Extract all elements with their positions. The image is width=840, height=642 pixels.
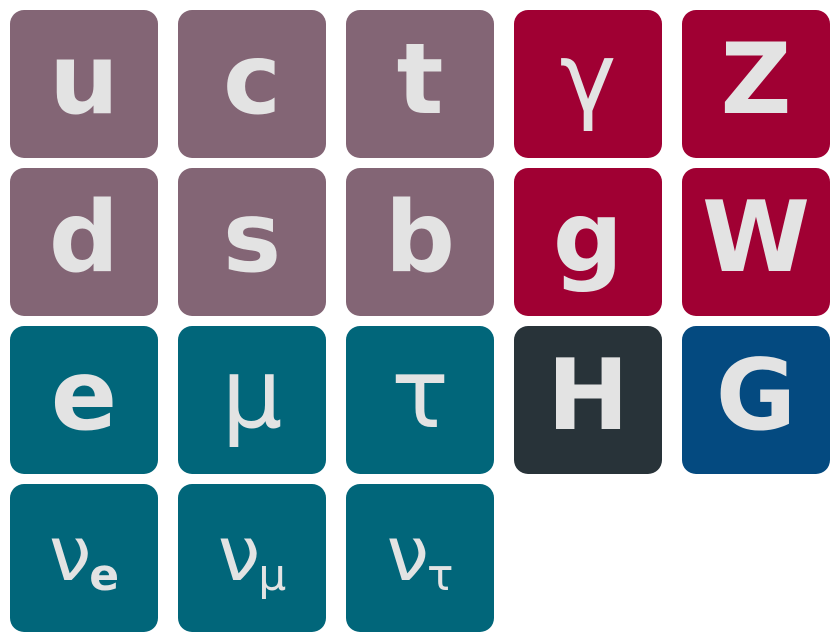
muon-symbol: μ	[221, 338, 283, 450]
tile-top-quark[interactable]: t	[346, 10, 494, 158]
strange-quark-symbol: s	[222, 181, 282, 295]
z-boson-symbol: Z	[720, 23, 792, 137]
nu-glyph: ν	[48, 509, 92, 598]
tile-gluon[interactable]: g	[514, 168, 662, 316]
tile-up-quark[interactable]: u	[10, 10, 158, 158]
charm-quark-symbol: c	[222, 23, 282, 137]
electron-symbol: e	[50, 339, 118, 453]
tile-bottom-quark[interactable]: b	[346, 168, 494, 316]
tile-charm-quark[interactable]: c	[178, 10, 326, 158]
tau-symbol: τ	[391, 338, 449, 450]
tau-neutrino-symbol: ν τ	[386, 509, 454, 598]
nu-glyph: ν	[386, 509, 429, 598]
higgs-symbol: H	[546, 339, 630, 453]
tile-photon[interactable]: γ	[514, 10, 662, 158]
neutrino-subscript: τ	[426, 550, 454, 601]
tile-strange-quark[interactable]: s	[178, 168, 326, 316]
graviton-symbol: G	[715, 339, 797, 453]
nu-glyph: ν	[217, 509, 261, 598]
tile-electron[interactable]: e	[10, 326, 158, 474]
tile-w-boson[interactable]: W	[682, 168, 830, 316]
tile-down-quark[interactable]: d	[10, 168, 158, 316]
bottom-quark-symbol: b	[384, 181, 456, 295]
muon-neutrino-symbol: ν μ	[217, 509, 286, 598]
w-boson-symbol: W	[701, 181, 811, 295]
gluon-symbol: g	[552, 181, 624, 295]
tile-muon-neutrino[interactable]: ν μ	[178, 484, 326, 632]
tile-higgs-boson[interactable]: H	[514, 326, 662, 474]
tile-z-boson[interactable]: Z	[682, 10, 830, 158]
neutrino-subscript: e	[89, 550, 120, 601]
tile-tau-neutrino[interactable]: ν τ	[346, 484, 494, 632]
tile-graviton[interactable]: G	[682, 326, 830, 474]
photon-symbol: γ	[559, 22, 617, 134]
down-quark-symbol: d	[48, 181, 120, 295]
neutrino-subscript: μ	[258, 550, 287, 601]
tile-tau[interactable]: τ	[346, 326, 494, 474]
electron-neutrino-symbol: ν e	[48, 509, 119, 598]
top-quark-symbol: t	[396, 23, 444, 137]
tile-muon[interactable]: μ	[178, 326, 326, 474]
up-quark-symbol: u	[49, 23, 119, 137]
tile-electron-neutrino[interactable]: ν e	[10, 484, 158, 632]
